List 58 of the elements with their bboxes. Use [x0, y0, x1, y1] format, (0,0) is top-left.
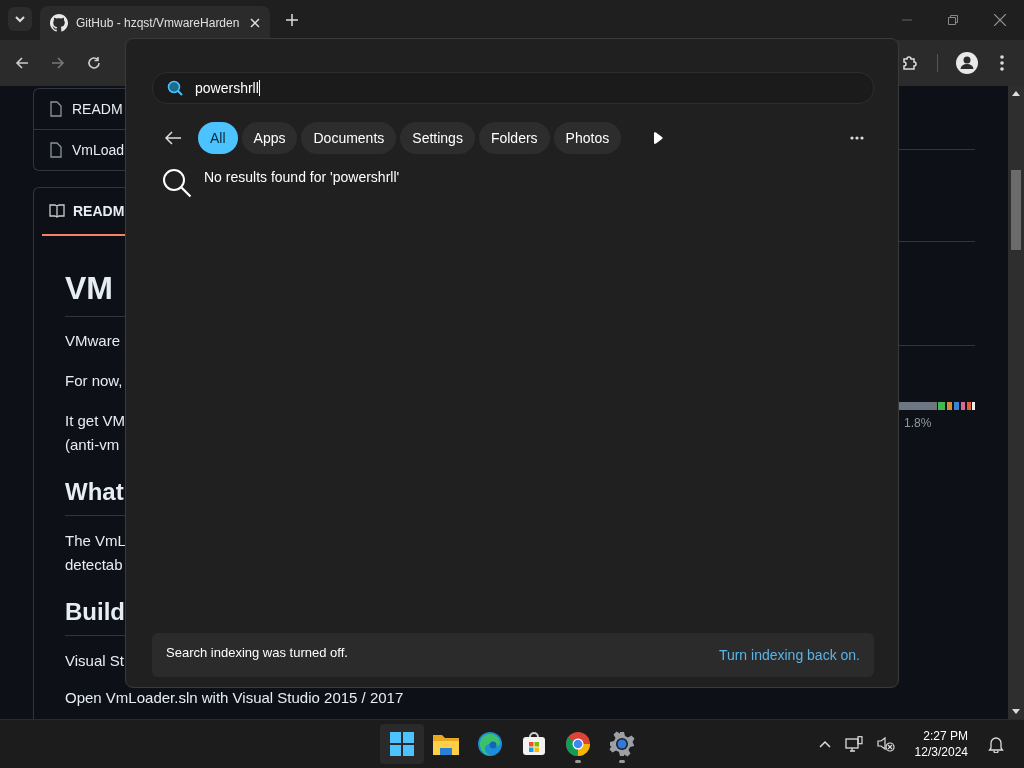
filter-chip[interactable]: Apps	[241, 122, 298, 154]
new-tab-icon[interactable]	[286, 14, 298, 26]
scrollbar[interactable]	[1008, 86, 1024, 719]
more-icon[interactable]	[850, 136, 864, 140]
search-icon	[162, 168, 192, 198]
book-icon	[49, 204, 65, 218]
filter-chip[interactable]: Folders	[478, 122, 550, 154]
scroll-up-icon[interactable]	[1012, 90, 1020, 96]
reload-icon[interactable]	[87, 56, 101, 70]
tab-search-button[interactable]	[8, 7, 32, 31]
filter-chip[interactable]: Documents	[301, 122, 397, 154]
readme-paragraph: For now,	[65, 371, 123, 391]
readme-paragraph: Open VmLoader.sln with Visual Studio 2015 / 2017	[65, 688, 404, 708]
notification-bell-icon[interactable]	[988, 735, 1004, 753]
search-icon	[167, 80, 183, 96]
turn-indexing-on-link[interactable]: Turn indexing back on.	[718, 647, 860, 663]
search-field[interactable]: powershrll	[152, 72, 874, 104]
readme-paragraph: The VmL detectab	[65, 531, 126, 575]
caret-icon	[14, 13, 26, 25]
filter-chip[interactable]: Photos	[553, 122, 622, 154]
readme-paragraph: Visual St	[65, 651, 124, 671]
chevron-up-icon[interactable]	[818, 740, 831, 748]
menu-icon[interactable]	[1000, 55, 1004, 71]
clock-time: 2:27 PM	[923, 728, 968, 744]
close-icon[interactable]	[994, 14, 1006, 26]
readme-paragraph: VMware	[65, 331, 120, 351]
puzzle-icon[interactable]	[901, 54, 919, 72]
language-percent: 1.8%	[904, 416, 933, 430]
folder-icon[interactable]	[433, 733, 459, 755]
file-link[interactable]: VmLoad	[72, 142, 125, 158]
readme-paragraph: It get VM (anti-vm	[65, 411, 126, 455]
no-results-message: No results found for 'powershrll'	[204, 169, 400, 185]
filter-chip[interactable]: Settings	[400, 122, 475, 154]
tab-title: GitHub - hzqst/VmwareHarden	[76, 16, 241, 30]
back-icon[interactable]	[15, 56, 29, 70]
restore-icon[interactable]	[948, 15, 958, 25]
back-arrow-icon[interactable]	[164, 130, 182, 146]
profile-icon[interactable]	[956, 52, 978, 74]
volume-muted-icon[interactable]	[876, 736, 895, 752]
browser-icon[interactable]	[477, 731, 503, 757]
chrome-icon[interactable]	[565, 731, 591, 757]
play-icon[interactable]	[653, 132, 664, 144]
readme-tab[interactable]: READM	[73, 203, 125, 219]
scrollbar-thumb[interactable]	[1011, 170, 1021, 250]
file-icon	[50, 142, 62, 158]
notice-text: Search indexing was turned off.	[166, 644, 348, 660]
gear-icon[interactable]	[609, 731, 635, 757]
forward-icon[interactable]	[51, 56, 65, 70]
store-icon[interactable]	[522, 732, 546, 756]
browser-tab[interactable]: GitHub - hzqst/VmwareHarden	[40, 6, 270, 40]
clock-date: 12/3/2024	[914, 744, 968, 760]
network-icon[interactable]	[844, 736, 863, 752]
file-icon	[50, 101, 62, 117]
filter-chip[interactable]: All	[198, 122, 238, 154]
file-link[interactable]: READM	[72, 101, 123, 117]
github-icon	[50, 14, 68, 32]
scroll-down-icon[interactable]	[1012, 709, 1020, 715]
windows-start-icon[interactable]	[390, 732, 414, 756]
